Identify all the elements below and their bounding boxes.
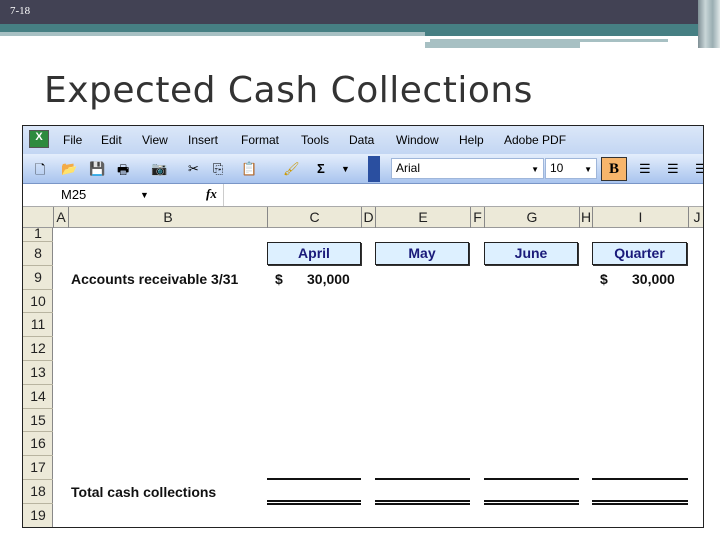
total-double-line — [484, 500, 579, 505]
row-header-19[interactable]: 19 — [23, 504, 53, 527]
save-icon[interactable]: 💾 — [89, 161, 105, 177]
subtotal-line — [375, 478, 470, 480]
excel-icon: X — [29, 130, 49, 148]
toolbar-options-icon[interactable] — [368, 156, 380, 182]
chevron-down-icon: ▼ — [584, 165, 592, 174]
autosum-dropdown-icon[interactable]: ▼ — [341, 164, 350, 174]
menu-adobe-pdf[interactable]: Adobe PDF — [504, 133, 566, 147]
font-select[interactable]: Arial ▼ — [391, 158, 544, 179]
column-header-g[interactable]: G — [484, 207, 579, 228]
column-header-i[interactable]: I — [592, 207, 688, 228]
row-header-15[interactable]: 15 — [23, 409, 53, 433]
menu-edit[interactable]: Edit — [101, 133, 122, 147]
header-april: April — [267, 242, 361, 265]
menu-help[interactable]: Help — [459, 133, 484, 147]
menu-tools[interactable]: Tools — [301, 133, 329, 147]
slide-number: 7-18 — [10, 5, 31, 17]
font-size-select[interactable]: 10 ▼ — [545, 158, 597, 179]
menu-data[interactable]: Data — [349, 133, 374, 147]
print-icon[interactable]: 🖶 — [117, 161, 129, 183]
ar-april-currency: $ — [275, 271, 283, 287]
slide-title: Expected Cash Collections — [44, 70, 533, 111]
format-painter-icon[interactable]: 🖌 — [283, 161, 300, 177]
menu-bar: X File Edit View Insert Format Tools Dat… — [23, 126, 703, 154]
column-header-b[interactable]: B — [68, 207, 267, 228]
paste-icon[interactable]: 📋 — [241, 161, 257, 177]
menu-view[interactable]: View — [142, 133, 168, 147]
row-header-11[interactable]: 11 — [23, 313, 53, 338]
row-header-9[interactable]: 9 — [23, 266, 53, 290]
open-icon[interactable]: 📂 — [61, 161, 77, 177]
column-header-e[interactable]: E — [375, 207, 470, 228]
total-cash-collections-label: Total cash collections — [71, 484, 217, 500]
column-header-a[interactable]: A — [53, 207, 68, 228]
row-header-10[interactable]: 10 — [23, 290, 53, 314]
formula-input[interactable] — [223, 184, 703, 206]
column-headers: A B C D E F G H I J — [23, 207, 703, 228]
subtotal-line — [267, 478, 361, 480]
row-header-1[interactable]: 1 — [23, 224, 53, 242]
column-header-f[interactable]: F — [470, 207, 484, 228]
chevron-down-icon: ▼ — [531, 165, 539, 174]
row-header-14[interactable]: 14 — [23, 385, 53, 409]
camera-icon[interactable]: 📷 — [151, 161, 167, 177]
decor-edge — [698, 0, 720, 48]
total-double-line — [267, 500, 361, 505]
formula-bar: M25 ▼ fx — [23, 184, 703, 207]
row-header-8[interactable]: 8 — [23, 242, 53, 266]
decor-band — [0, 32, 425, 36]
header-may: May — [375, 242, 469, 265]
ar-quarter-currency: $ — [600, 271, 608, 287]
fx-icon[interactable]: fx — [206, 186, 217, 202]
bold-button[interactable]: B — [601, 157, 627, 181]
subtotal-line — [484, 478, 579, 480]
autosum-icon[interactable]: Σ — [317, 161, 325, 176]
align-left-icon[interactable]: ☰ — [639, 161, 651, 177]
column-header-c[interactable]: C — [267, 207, 361, 228]
row-header-16[interactable]: 16 — [23, 432, 53, 457]
header-quarter: Quarter — [592, 242, 687, 265]
accounts-receivable-label: Accounts receivable 3/31 — [71, 271, 239, 287]
font-size-value: 10 — [550, 161, 564, 175]
header-june: June — [484, 242, 578, 265]
decor-band — [425, 32, 715, 36]
chevron-down-icon[interactable]: ▼ — [140, 190, 149, 200]
row-header-18[interactable]: 18 — [23, 480, 53, 504]
menu-insert[interactable]: Insert — [188, 133, 218, 147]
subtotal-line — [592, 478, 688, 480]
menu-format[interactable]: Format — [241, 133, 279, 147]
menu-file[interactable]: File — [63, 133, 82, 147]
ar-quarter-value: 30,000 — [632, 271, 675, 287]
total-double-line — [375, 500, 470, 505]
ar-april-value: 30,000 — [307, 271, 350, 287]
row-header-13[interactable]: 13 — [23, 361, 53, 385]
row-headers: 1 8 9 10 11 12 13 14 15 16 17 18 19 — [23, 225, 53, 527]
row-header-12[interactable]: 12 — [23, 337, 53, 361]
copy-icon[interactable]: ⎘ — [213, 161, 223, 177]
align-center-icon[interactable]: ☰ — [667, 161, 679, 177]
total-double-line — [592, 500, 688, 505]
column-header-h[interactable]: H — [579, 207, 592, 228]
row-header-17[interactable]: 17 — [23, 456, 53, 480]
toolbar: 🗋 📂 💾 🖶 📷 ✂ ⎘ 📋 🖌 Σ ▼ Arial ▼ 10 ▼ B ☰ ☰ ☰ — [23, 154, 703, 184]
font-value: Arial — [396, 161, 421, 175]
menu-window[interactable]: Window — [396, 133, 439, 147]
align-right-icon[interactable]: ☰ — [695, 161, 703, 177]
column-header-j[interactable]: J — [688, 207, 703, 228]
decor-band — [0, 24, 720, 32]
cut-icon[interactable]: ✂ — [188, 161, 199, 177]
column-header-d[interactable]: D — [361, 207, 375, 228]
decor-strip — [425, 42, 580, 48]
slide-top-bar — [0, 0, 720, 24]
new-icon[interactable]: 🗋 — [35, 161, 45, 183]
excel-screenshot: X File Edit View Insert Format Tools Dat… — [22, 125, 704, 528]
